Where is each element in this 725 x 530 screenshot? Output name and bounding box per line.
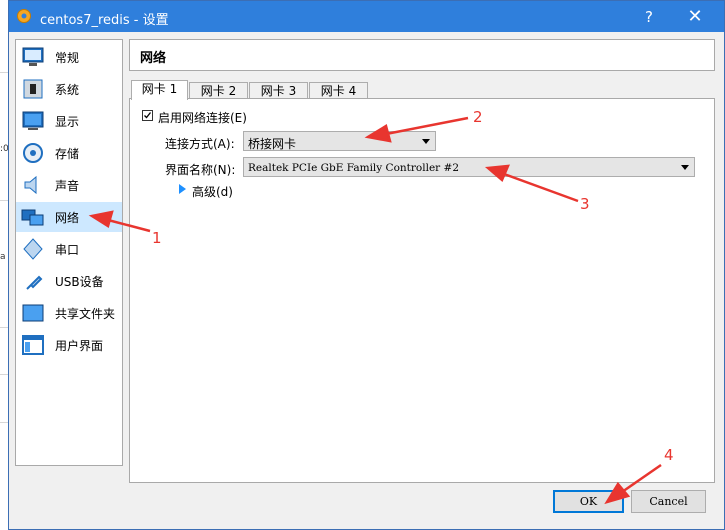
speaker-icon	[24, 175, 37, 195]
advanced-toggle[interactable]: 高级(d)	[192, 183, 233, 200]
sidebar-item-audio[interactable]: 声音	[16, 170, 122, 200]
help-button[interactable]: ?	[626, 1, 672, 32]
sidebar-item-label: 存储	[55, 147, 80, 161]
sidebar-item-general[interactable]: 常规	[16, 42, 122, 72]
network-icon	[21, 209, 44, 226]
tab-adapter-2[interactable]: 网卡 2	[189, 82, 248, 99]
page-title: 网络	[140, 51, 167, 66]
serial-port-icon	[23, 238, 43, 260]
sidebar-item-label: 声音	[55, 179, 80, 193]
dropdown-arrow-icon	[422, 139, 430, 144]
attached-to-select[interactable]: 桥接网卡	[243, 131, 436, 151]
adapter-name-label: 界面名称(N):	[165, 163, 236, 177]
window-title: centos7_redis - 设置	[40, 13, 169, 28]
tab-adapter-3[interactable]: 网卡 3	[249, 82, 308, 99]
cancel-button[interactable]: Cancel	[631, 490, 706, 513]
settings-sidebar: 常规 系统 显示 存储 声音 网络 串口 USB设备 共享文件夹 用户界面	[15, 39, 123, 466]
sidebar-item-network[interactable]: 网络	[16, 202, 122, 232]
sidebar-item-label: 系统	[55, 83, 80, 97]
window-layout-icon	[22, 335, 44, 355]
sidebar-item-label: USB设备	[55, 275, 104, 289]
annotation-label-1: 1	[152, 229, 162, 247]
sidebar-item-system[interactable]: 系统	[16, 74, 122, 104]
expand-arrow-icon[interactable]	[179, 184, 186, 194]
close-button[interactable]: ✕	[672, 1, 718, 32]
monitor-icon	[22, 47, 44, 66]
annotation-label-3: 3	[580, 195, 590, 213]
sidebar-item-label: 显示	[55, 115, 80, 129]
chip-icon	[23, 79, 43, 99]
sidebar-item-label: 串口	[55, 243, 80, 257]
adapter-name-value: Realtek PCIe GbE Family Controller #2	[248, 162, 459, 174]
sidebar-item-label: 共享文件夹	[55, 307, 116, 321]
tab-adapter-4[interactable]: 网卡 4	[309, 82, 368, 99]
sidebar-item-user-interface[interactable]: 用户界面	[16, 330, 122, 360]
attached-to-label: 连接方式(A):	[165, 137, 235, 151]
background-fragment: a	[0, 252, 6, 262]
sidebar-item-display[interactable]: 显示	[16, 106, 122, 136]
title-bar[interactable]: centos7_redis - 设置 ? ✕	[9, 1, 724, 32]
sidebar-item-usb[interactable]: USB设备	[16, 266, 122, 296]
usb-icon	[26, 275, 43, 290]
sidebar-item-serial[interactable]: 串口	[16, 234, 122, 264]
enable-network-label[interactable]: 启用网络连接(E)	[158, 109, 247, 126]
enable-network-checkbox[interactable]	[142, 110, 153, 121]
sidebar-item-storage[interactable]: 存储	[16, 138, 122, 168]
sidebar-item-shared-folders[interactable]: 共享文件夹	[16, 298, 122, 328]
annotation-label-4: 4	[664, 446, 674, 464]
annotation-label-2: 2	[473, 108, 483, 126]
attached-to-value: 桥接网卡	[248, 137, 297, 151]
sidebar-item-label: 网络	[55, 211, 80, 225]
sidebar-item-label: 常规	[55, 51, 80, 65]
tab-adapter-1[interactable]: 网卡 1	[131, 80, 188, 100]
gear-icon	[17, 9, 31, 23]
folder-icon	[22, 304, 44, 322]
display-icon	[22, 111, 44, 130]
sidebar-item-label: 用户界面	[55, 339, 104, 353]
adapter-panel	[129, 98, 715, 483]
adapter-name-select[interactable]: Realtek PCIe GbE Family Controller #2	[243, 157, 695, 177]
dropdown-arrow-icon	[681, 165, 689, 170]
disk-icon	[23, 143, 43, 163]
ok-button[interactable]: OK	[553, 490, 624, 513]
checkmark-icon	[144, 112, 152, 119]
page-header: 网络	[129, 39, 715, 71]
